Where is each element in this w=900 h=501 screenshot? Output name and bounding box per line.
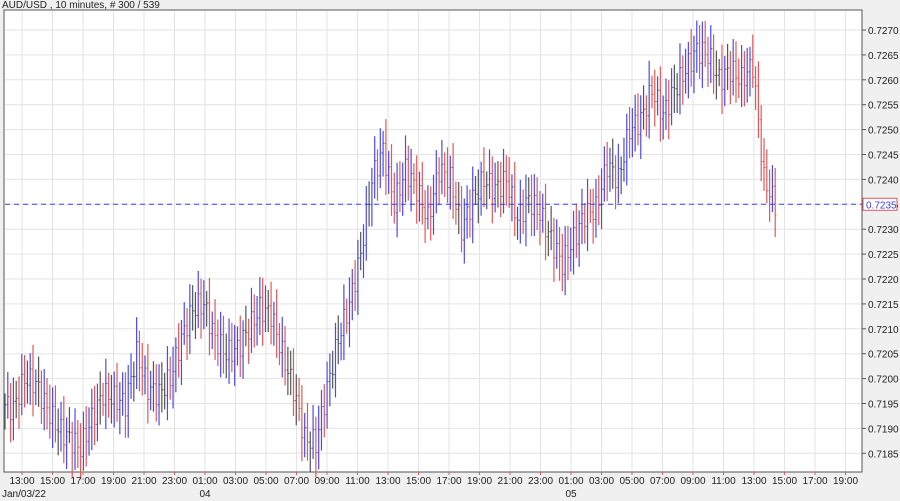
y-tick-label: 0.7245 [868, 151, 899, 162]
x-tick-label: 01:00 [558, 476, 583, 487]
y-tick-label: 0.7250 [868, 126, 899, 137]
x-tick-label: 17:00 [70, 476, 95, 487]
y-tick-label: 0.7195 [868, 400, 899, 411]
y-tick-label: 0.7185 [868, 449, 899, 460]
x-tick-label: 09:00 [314, 476, 339, 487]
y-tick-label: 0.7205 [868, 350, 899, 361]
x-axis: 13:00 15:00 17:00 19:00 21:00 23:00 01:00 03:00… [2, 472, 858, 500]
y-tick-label: 0.7210 [868, 325, 899, 336]
y-tick-label: 0.7240 [868, 175, 899, 186]
x-tick-label: 19:00 [833, 476, 858, 487]
y-tick-label: 0.7200 [868, 375, 899, 386]
x-tick-label: 19:00 [467, 476, 492, 487]
y-tick-label: 0.7215 [868, 300, 899, 311]
chart-title: AUD/USD , 10 minutes, # 300 / 539 [2, 0, 160, 11]
x-tick-label: 05:00 [619, 476, 644, 487]
x-tick-label: 19:00 [101, 476, 126, 487]
x-tick-label: 23:00 [528, 476, 553, 487]
x-tick-label: 03:00 [589, 476, 614, 487]
x-tick-label: 15:00 [40, 476, 65, 487]
current-price-label: 0.7235 [866, 200, 897, 211]
y-tick-label: 0.7260 [868, 76, 899, 87]
x-tick-label: 21:00 [497, 476, 522, 487]
x-tick-label: 13:00 [741, 476, 766, 487]
date-label: Jan/03/22 [2, 489, 46, 500]
x-tick-label: 23:00 [162, 476, 187, 487]
y-tick-label: 0.7220 [868, 275, 899, 286]
x-tick-label: 01:00 [192, 476, 217, 487]
x-tick-label: 13:00 [375, 476, 400, 487]
y-tick-label: 0.7265 [868, 51, 899, 62]
x-tick-label: 07:00 [284, 476, 309, 487]
date-label: 04 [199, 489, 211, 500]
x-tick-label: 17:00 [436, 476, 461, 487]
y-tick-label: 0.7230 [868, 225, 899, 236]
y-axis: 0.7185 0.7190 0.7195 0.7200 0.7205 0.7210 0.72… [862, 26, 899, 460]
y-tick-label: 0.7270 [868, 26, 899, 37]
x-tick-label: 11:00 [345, 476, 370, 487]
x-tick-label: 13:00 [9, 476, 34, 487]
date-label: 05 [565, 489, 577, 500]
x-tick-label: 03:00 [223, 476, 248, 487]
x-tick-label: 15:00 [772, 476, 797, 487]
x-tick-label: 07:00 [650, 476, 675, 487]
x-tick-label: 05:00 [253, 476, 278, 487]
y-tick-label: 0.7190 [868, 424, 899, 435]
ohlc-chart: 0.7185 0.7190 0.7195 0.7200 0.7205 0.7210 0.72… [2, 9, 899, 500]
x-tick-label: 15:00 [406, 476, 431, 487]
x-tick-label: 21:00 [131, 476, 156, 487]
y-tick-label: 0.7255 [868, 101, 899, 112]
x-tick-label: 17:00 [802, 476, 827, 487]
x-tick-label: 11:00 [711, 476, 736, 487]
x-tick-label: 09:00 [680, 476, 705, 487]
y-tick-label: 0.7225 [868, 250, 899, 261]
chart-window: 0.7185 0.7190 0.7195 0.7200 0.7205 0.7210 0.72… [0, 0, 900, 501]
